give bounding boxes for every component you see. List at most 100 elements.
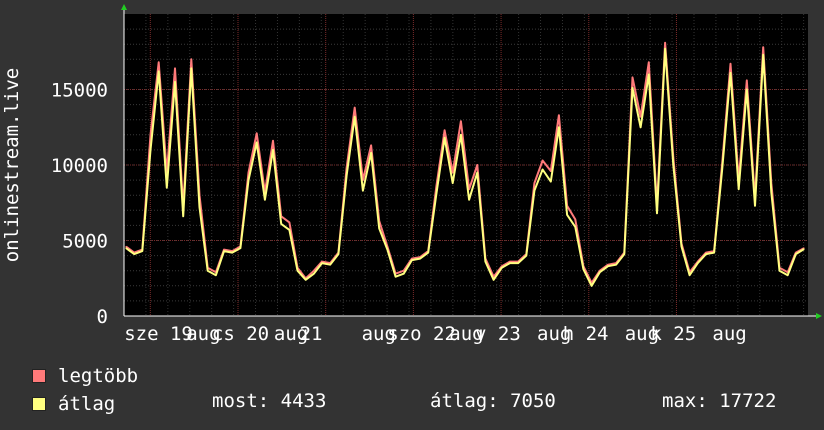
series-0-point <box>125 245 127 248</box>
series-1-point <box>296 270 299 272</box>
series-1-point <box>419 258 421 260</box>
x-tick-label: szo 22 <box>387 323 456 345</box>
series-1-point <box>223 250 225 252</box>
series-0-point <box>664 42 666 44</box>
series-0-point <box>746 79 748 82</box>
rrd-chart: 050001000015000 sze 19augcs 20 aug21 augsz… <box>1 4 822 345</box>
series-1-point <box>354 116 356 118</box>
series-1-point <box>672 164 674 166</box>
series-1-point <box>607 265 609 267</box>
series-0-point <box>509 261 511 263</box>
stat-max: max: 17722 <box>662 390 777 412</box>
stat-average: átlag: 7050 <box>430 390 556 412</box>
x-axis-arrow <box>816 313 822 319</box>
series-1-point <box>525 255 527 257</box>
y-axis-arrow <box>121 4 127 10</box>
series-1-point <box>215 274 217 276</box>
series-0-point <box>762 46 764 48</box>
series-0-point <box>149 134 152 136</box>
series-0-point <box>174 67 176 69</box>
series-0-point <box>313 270 315 272</box>
series-1-point <box>729 72 732 74</box>
series-1-point <box>762 54 764 56</box>
series-1-point <box>133 253 135 255</box>
series-1-point <box>648 73 650 75</box>
series-1-point <box>264 199 266 201</box>
series-1-point <box>174 81 176 83</box>
series-0-point <box>533 182 536 184</box>
series-1-point <box>411 259 413 261</box>
series-1-point <box>492 279 495 281</box>
series-0-point <box>476 164 478 166</box>
series-0-point <box>443 129 446 131</box>
series-1-point <box>746 88 748 91</box>
series-0-point <box>729 63 732 65</box>
series-1-point <box>680 245 683 248</box>
series-0-point <box>550 170 552 172</box>
legend-swatch-max <box>32 369 46 383</box>
y-tick-label: 15000 <box>51 80 108 102</box>
x-tick-label: cs 20 <box>212 323 269 345</box>
y-axis-label: onlinestream.live <box>1 68 23 262</box>
legend-label-avg: átlag <box>58 393 116 415</box>
legend: legtöbb átlag <box>32 362 138 418</box>
series-0-point <box>631 76 634 79</box>
series-0-point <box>223 248 225 251</box>
series-1-point <box>403 273 405 275</box>
series-0-point <box>321 261 323 263</box>
series-1-point <box>476 171 478 174</box>
series-1-point <box>345 174 348 177</box>
series-1-point <box>517 262 519 264</box>
series-1-point <box>509 262 511 264</box>
series-0-point <box>648 61 650 63</box>
y-tick-labels: 0 5000 10000 15000 <box>51 80 108 329</box>
series-1-point <box>705 253 707 255</box>
legend-item-avg: átlag <box>32 390 138 418</box>
series-1-point <box>435 193 438 195</box>
series-0-point <box>705 251 707 254</box>
series-1-point <box>631 87 634 89</box>
series-1-point <box>256 141 258 143</box>
series-1-point <box>770 191 772 193</box>
series-1-point <box>272 149 274 151</box>
series-1-point <box>615 264 617 266</box>
series-1-point <box>468 199 470 201</box>
series-0-point <box>460 120 462 122</box>
series-1-point <box>166 187 168 189</box>
series-0-point <box>256 132 258 134</box>
series-0-point <box>607 264 609 266</box>
series-1-point <box>591 285 593 287</box>
legend-swatch-avg <box>32 397 46 411</box>
series-1-point <box>190 67 192 69</box>
series-1-point <box>280 223 282 225</box>
series-1-point <box>778 270 781 272</box>
series-0-point <box>354 107 356 109</box>
series-1-point <box>664 48 666 50</box>
y-tick-label: 10000 <box>51 155 108 177</box>
series-1-point <box>795 253 797 255</box>
series-1-point <box>370 152 372 154</box>
series-1-point <box>141 250 143 252</box>
series-1-point <box>394 276 397 278</box>
legend-label-max: legtöbb <box>58 365 139 387</box>
series-1-point <box>305 279 307 281</box>
series-1-point <box>533 190 536 192</box>
series-1-point <box>501 267 503 269</box>
series-1-point <box>198 206 201 208</box>
x-tick-labels: sze 19augcs 20 aug21 augszo 22augv 23 augh … <box>124 323 746 345</box>
series-1-point <box>640 126 642 128</box>
series-1-point <box>803 248 805 250</box>
series-1-point <box>158 70 160 72</box>
series-0-point <box>574 218 576 220</box>
series-1-point <box>427 251 429 254</box>
series-1-point <box>558 126 560 128</box>
series-1-point <box>247 179 250 181</box>
series-1-point <box>484 261 487 263</box>
series-0-point <box>640 116 642 118</box>
series-0-point <box>558 114 560 116</box>
series-1-point <box>125 247 127 249</box>
series-0-point <box>190 58 192 60</box>
series-1-point <box>689 274 691 276</box>
series-1-point <box>721 167 723 169</box>
x-tick-label: v 23 <box>475 323 521 345</box>
